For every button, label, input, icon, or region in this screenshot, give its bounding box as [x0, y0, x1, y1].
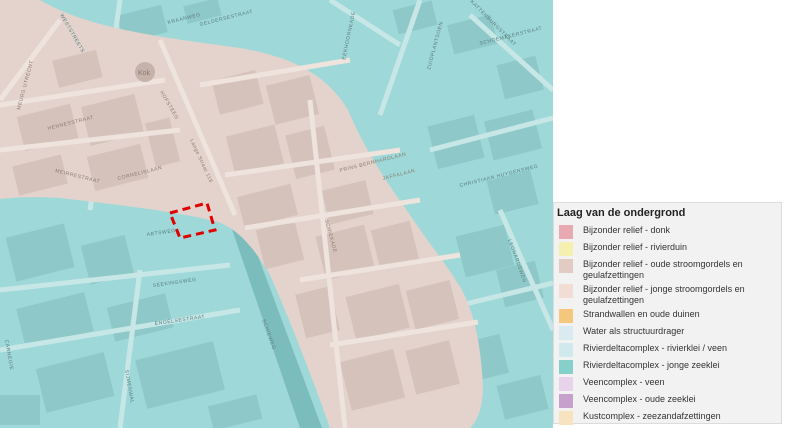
- legend-label: Bijzonder relief - donk: [583, 225, 671, 235]
- map-viewer: Kok WESTSTREETS GELDERSESTRAAT KRAANWEG …: [0, 0, 786, 428]
- legend-item: Water als structuurdrager: [557, 326, 776, 340]
- legend-label: Bijzonder relief - jonge stroomgordels e…: [583, 284, 745, 305]
- legend-item: Rivierdeltacomplex - rivierklei / veen: [557, 343, 776, 357]
- legend-swatch: [559, 394, 573, 408]
- legend-item: Rivierdeltacomplex - jonge zeeklei: [557, 360, 776, 374]
- legend-label: Kustcomplex - zeezandafzettingen: [583, 411, 721, 421]
- legend-item: Bijzonder relief - rivierduin: [557, 242, 776, 256]
- place-label-kok: Kok: [138, 70, 151, 77]
- legend-swatch: [559, 284, 573, 298]
- legend-label: Strandwallen en oude duinen: [583, 309, 700, 319]
- map-canvas[interactable]: Kok WESTSTREETS GELDERSESTRAAT KRAANWEG …: [0, 0, 553, 428]
- legend-item: Strandwallen en oude duinen: [557, 309, 776, 323]
- legend-swatch: [559, 343, 573, 357]
- legend-item: Veencomplex - veen: [557, 377, 776, 391]
- legend-label: Bijzonder relief - oude stroomgordels en…: [583, 259, 743, 280]
- legend-item: Bijzonder relief - jonge stroomgordels e…: [557, 284, 776, 306]
- legend-swatch: [559, 242, 573, 256]
- legend-swatch: [559, 360, 573, 374]
- legend-item: Bijzonder relief - donk: [557, 225, 776, 239]
- legend-title: Laag van de ondergrond: [557, 207, 686, 219]
- legend-swatch: [559, 377, 573, 391]
- legend-item: Kustcomplex - zeezandafzettingen: [557, 411, 776, 425]
- legend-label: Veencomplex - oude zeeklei: [583, 394, 696, 404]
- legend-item: Bijzonder relief - oude stroomgordels en…: [557, 259, 776, 281]
- legend-swatch: [559, 309, 573, 323]
- legend-label: Veencomplex - veen: [583, 377, 665, 387]
- legend-list: Bijzonder relief - donk Bijzonder relief…: [557, 225, 776, 425]
- legend-swatch: [559, 259, 573, 273]
- legend-label: Water als structuurdrager: [583, 326, 685, 336]
- legend-panel: Laag van de ondergrond Bijzonder relief …: [553, 202, 782, 425]
- legend-swatch: [559, 326, 573, 340]
- legend-swatch: [559, 225, 573, 239]
- legend-label: Rivierdeltacomplex - jonge zeeklei: [583, 360, 720, 370]
- legend-label: Bijzonder relief - rivierduin: [583, 242, 688, 252]
- legend-swatch: [559, 411, 573, 425]
- legend-item: Veencomplex - oude zeeklei: [557, 394, 776, 408]
- legend-label: Rivierdeltacomplex - rivierklei / veen: [583, 343, 728, 353]
